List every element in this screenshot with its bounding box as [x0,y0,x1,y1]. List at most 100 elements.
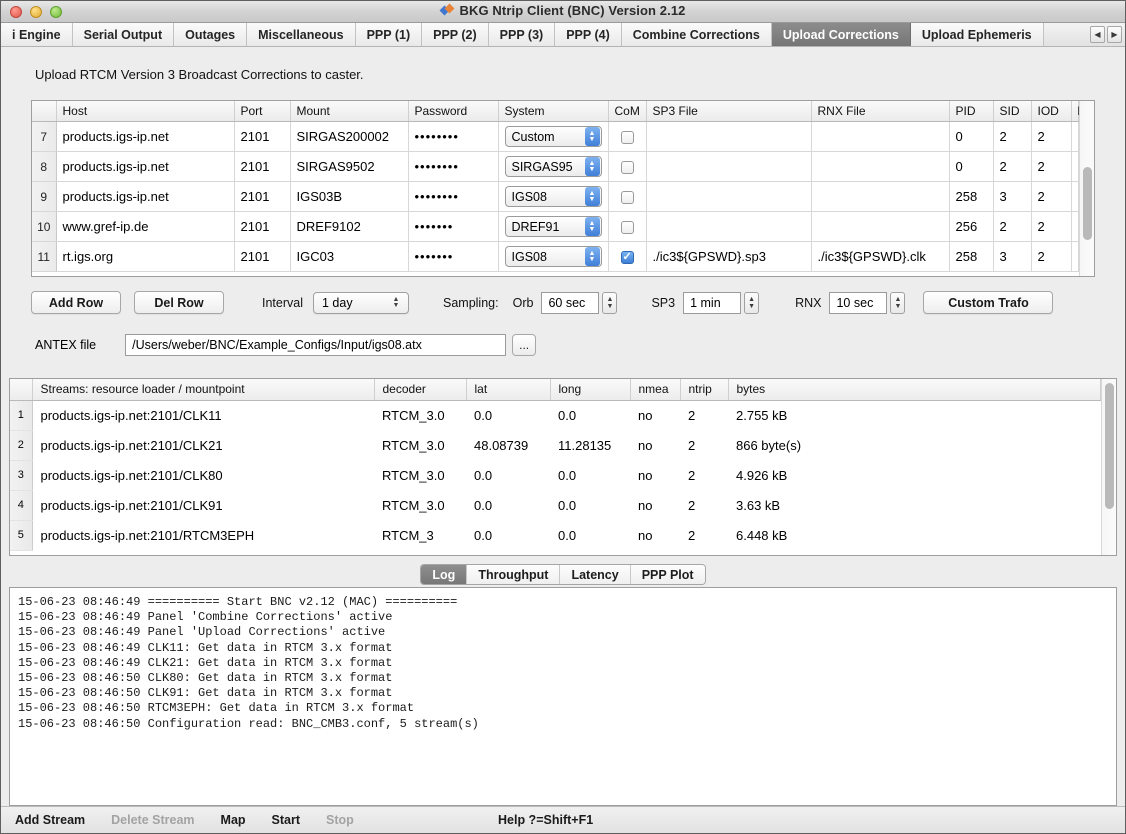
col-sid[interactable]: SID [993,101,1031,122]
cell-rnx-file[interactable] [811,182,949,212]
col-password[interactable]: Password [408,101,498,122]
col-decoder[interactable]: decoder [374,379,466,400]
sp3-sampling-spinbox[interactable]: 1 min ▲▼ [683,292,759,314]
cell-password[interactable]: •••••••• [408,152,498,182]
com-checkbox[interactable] [621,251,634,264]
col-nmea[interactable]: nmea [630,379,680,400]
rnx-sampling-value[interactable]: 10 sec [829,292,887,314]
cell-rnx-file[interactable] [811,122,949,152]
upload-table-scrollbar[interactable] [1079,101,1094,276]
cell-rnx-file[interactable] [811,152,949,182]
cell-com[interactable] [608,182,646,212]
col-stream-bytes[interactable]: bytes [728,379,1101,400]
add-stream-action[interactable]: Add Stream [15,813,85,827]
cell-sp3-file[interactable]: ./ic3${GPSWD}.sp3 [646,242,811,272]
cell-sp3-file[interactable] [646,212,811,242]
cell-port[interactable]: 2101 [234,212,290,242]
sp3-sampling-value[interactable]: 1 min [683,292,741,314]
cell-host[interactable]: products.igs-ip.net [56,182,234,212]
tab-serial-output[interactable]: Serial Output [73,23,174,46]
cell-com[interactable] [608,152,646,182]
com-checkbox[interactable] [621,191,634,204]
tab-ppp-2[interactable]: PPP (2) [422,23,489,46]
col-ntrip[interactable]: ntrip [680,379,728,400]
table-row[interactable]: 11 rt.igs.org 2101 IGC03 ••••••• IGS08 ▲… [32,242,1079,272]
cell-password[interactable]: •••••••• [408,182,498,212]
table-row[interactable]: 8 products.igs-ip.net 2101 SIRGAS9502 ••… [32,152,1079,182]
tab-i-engine[interactable]: i Engine [1,23,73,46]
cell-port[interactable]: 2101 [234,152,290,182]
cell-password[interactable]: •••••••• [408,122,498,152]
cell-com[interactable] [608,242,646,272]
tab-throughput[interactable]: Throughput [467,565,560,584]
cell-port[interactable]: 2101 [234,182,290,212]
col-system[interactable]: System [498,101,608,122]
list-item[interactable]: 4 products.igs-ip.net:2101/CLK91 RTCM_3.… [10,490,1101,520]
system-combobox[interactable]: DREF91 ▲▼ [505,216,602,237]
col-sp3-file[interactable]: SP3 File [646,101,811,122]
antex-browse-button[interactable]: ... [512,334,536,356]
cell-sp3-file[interactable] [646,122,811,152]
cell-system[interactable]: IGS08 ▲▼ [498,182,608,212]
spinner-updown-icon[interactable]: ▲▼ [890,292,905,314]
com-checkbox[interactable] [621,221,634,234]
cell-password[interactable]: ••••••• [408,212,498,242]
table-row[interactable]: 9 products.igs-ip.net 2101 IGS03B ••••••… [32,182,1079,212]
cell-system[interactable]: DREF91 ▲▼ [498,212,608,242]
cell-com[interactable] [608,122,646,152]
tab-ppp-1[interactable]: PPP (1) [356,23,423,46]
spinner-updown-icon[interactable]: ▲▼ [602,292,617,314]
cell-mount[interactable]: IGC03 [290,242,408,272]
streams-table-scrollbar[interactable] [1101,379,1116,555]
list-item[interactable]: 2 products.igs-ip.net:2101/CLK21 RTCM_3.… [10,430,1101,460]
del-row-button[interactable]: Del Row [134,291,224,314]
tab-outages[interactable]: Outages [174,23,247,46]
cell-mount[interactable]: DREF9102 [290,212,408,242]
map-action[interactable]: Map [221,813,246,827]
tab-upload-corrections[interactable]: Upload Corrections [772,23,911,46]
start-action[interactable]: Start [272,813,300,827]
col-pid[interactable]: PID [949,101,993,122]
custom-trafo-button[interactable]: Custom Trafo [923,291,1053,314]
cell-system[interactable]: SIRGAS95 ▲▼ [498,152,608,182]
col-host[interactable]: Host [56,101,234,122]
add-row-button[interactable]: Add Row [31,291,121,314]
col-bytes[interactable]: bytes [1071,101,1079,122]
tab-upload-ephemeris[interactable]: Upload Ephemeris [911,23,1044,46]
list-item[interactable]: 5 products.igs-ip.net:2101/RTCM3EPH RTCM… [10,520,1101,550]
tab-ppp-3[interactable]: PPP (3) [489,23,556,46]
com-checkbox[interactable] [621,161,634,174]
cell-port[interactable]: 2101 [234,122,290,152]
rnx-sampling-spinbox[interactable]: 10 sec ▲▼ [829,292,905,314]
tab-scroll-left-icon[interactable]: ◀ [1090,26,1105,43]
orb-sampling-spinbox[interactable]: 60 sec ▲▼ [541,292,617,314]
streams-table-scrollbar-thumb[interactable] [1105,383,1114,509]
tab-latency[interactable]: Latency [560,565,630,584]
col-rnx-file[interactable]: RNX File [811,101,949,122]
cell-host[interactable]: www.gref-ip.de [56,212,234,242]
col-long[interactable]: long [550,379,630,400]
upload-table-scrollbar-thumb[interactable] [1083,167,1092,240]
cell-mount[interactable]: IGS03B [290,182,408,212]
table-row[interactable]: 10 www.gref-ip.de 2101 DREF9102 ••••••• … [32,212,1079,242]
com-checkbox[interactable] [621,131,634,144]
cell-host[interactable]: rt.igs.org [56,242,234,272]
cell-system[interactable]: IGS08 ▲▼ [498,242,608,272]
cell-system[interactable]: Custom ▲▼ [498,122,608,152]
col-com[interactable]: CoM [608,101,646,122]
tab-log[interactable]: Log [421,565,467,584]
interval-combobox[interactable]: 1 day ▲▼ [313,292,409,314]
col-mount[interactable]: Mount [290,101,408,122]
tab-ppp-plot[interactable]: PPP Plot [631,565,705,584]
col-mountpoint[interactable]: Streams: resource loader / mountpoint [32,379,374,400]
cell-sp3-file[interactable] [646,182,811,212]
cell-sp3-file[interactable] [646,152,811,182]
tab-combine-corrections[interactable]: Combine Corrections [622,23,772,46]
cell-mount[interactable]: SIRGAS9502 [290,152,408,182]
table-row[interactable]: 7 products.igs-ip.net 2101 SIRGAS200002 … [32,122,1079,152]
cell-rnx-file[interactable] [811,212,949,242]
system-combobox[interactable]: SIRGAS95 ▲▼ [505,156,602,177]
list-item[interactable]: 3 products.igs-ip.net:2101/CLK80 RTCM_3.… [10,460,1101,490]
cell-password[interactable]: ••••••• [408,242,498,272]
cell-host[interactable]: products.igs-ip.net [56,152,234,182]
